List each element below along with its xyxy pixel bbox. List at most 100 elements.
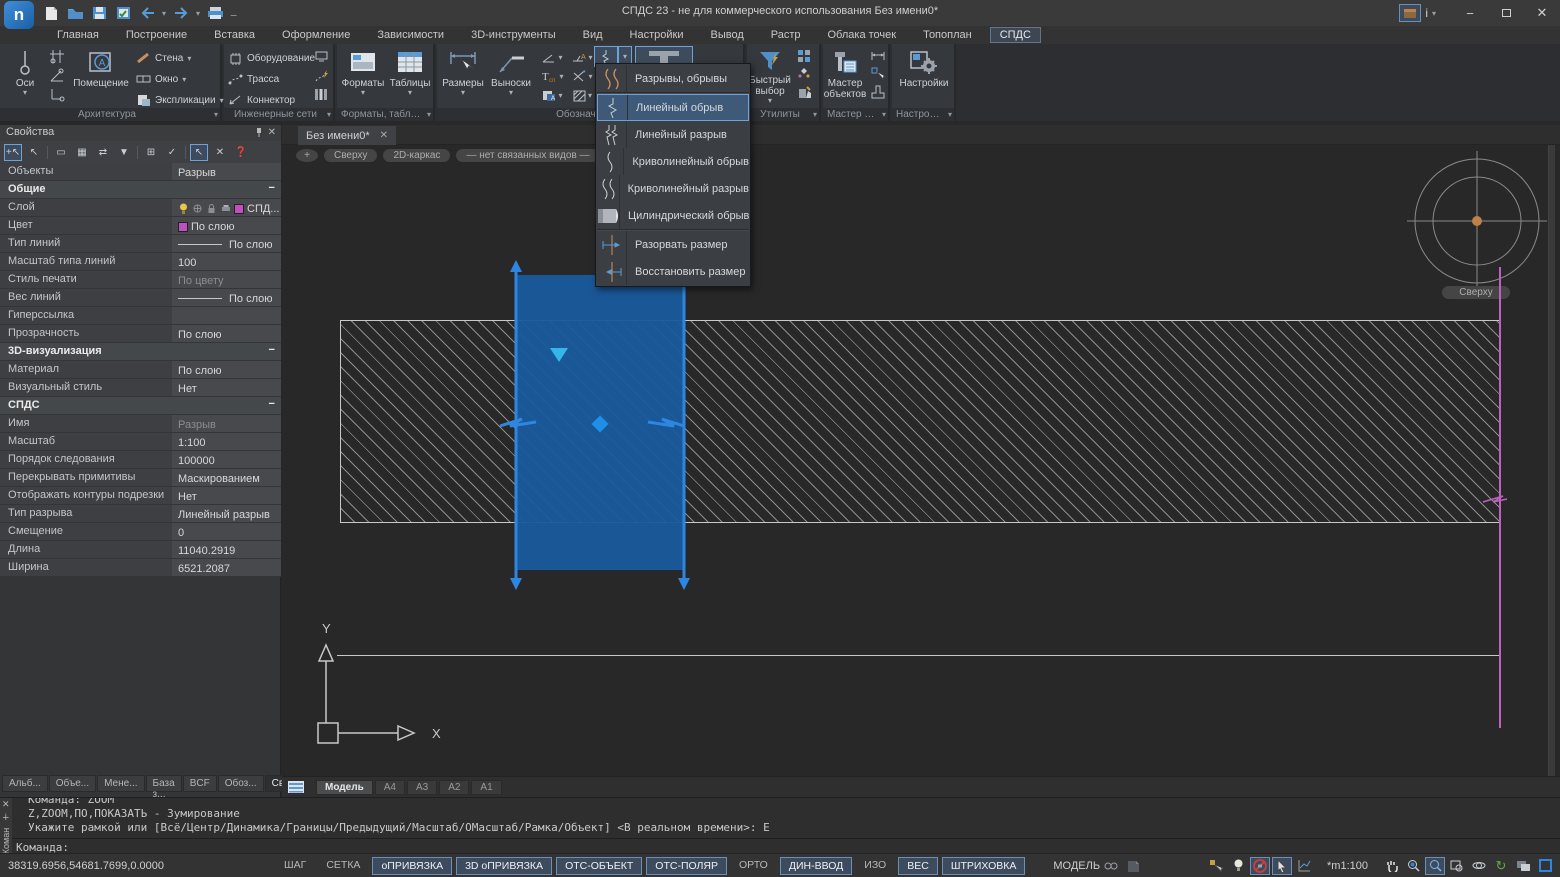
select-invert-icon[interactable]: ⇄ — [94, 144, 112, 161]
prop-group-3d[interactable]: 3D-визуализация− — [0, 343, 281, 361]
no-plot-icon[interactable] — [1250, 857, 1270, 875]
explication-button[interactable]: Экспликации▾ — [136, 91, 224, 109]
layer-freeze-icon[interactable] — [192, 203, 203, 214]
panel-tab-albums[interactable]: Альб... — [2, 775, 48, 792]
panel-tab-manager[interactable]: Мене... — [97, 775, 144, 792]
layout-tab-a3[interactable]: A3 — [407, 780, 437, 795]
highlight-selection-icon[interactable]: ↖ — [190, 144, 208, 161]
dimension-style-icon[interactable] — [869, 47, 887, 64]
app-logo-icon[interactable]: n — [4, 1, 34, 29]
formats-dropdown-icon[interactable]: ▾ — [361, 89, 365, 98]
command-close-icon[interactable]: ✕ — [2, 799, 10, 810]
tab-3d-instrumenty[interactable]: 3D-инструменты — [462, 28, 565, 42]
panel-tab-database[interactable]: База з... — [146, 775, 182, 792]
tab-topoplan[interactable]: Топоплан — [914, 28, 981, 42]
toggle-dynamic-input[interactable]: ДИН-ВВОД — [780, 857, 852, 875]
quick-select-dropdown-icon[interactable]: ▾ — [768, 97, 772, 106]
layout-tab-a1[interactable]: A1 — [471, 780, 501, 795]
hatch-button[interactable]: ▾ — [567, 86, 597, 105]
drawing-canvas[interactable]: Без имени0* ✕ + Сверху 2D-каркас — нет с… — [282, 125, 1560, 797]
tab-rastr[interactable]: Растр — [762, 28, 810, 42]
layer-on-bulb-icon[interactable] — [178, 203, 189, 214]
axes-dropdown-icon[interactable]: ▾ — [23, 89, 27, 98]
select-cursor-icon[interactable]: ↖ — [25, 144, 43, 161]
group-expand-icon[interactable]: ▾ — [427, 108, 431, 121]
axes-button[interactable]: Оси ▾ — [2, 46, 48, 106]
annotation-scale[interactable]: *m1:100 — [1327, 860, 1368, 872]
clear-selection-icon[interactable]: ✕ — [211, 144, 229, 161]
toggle-lineweight[interactable]: ВЕС — [898, 857, 938, 875]
group-objects-icon[interactable] — [795, 47, 813, 64]
layout-tab-model[interactable]: Модель — [316, 780, 373, 795]
select-window-icon[interactable]: ▭ — [52, 144, 70, 161]
room-button[interactable]: A Помещение — [70, 46, 132, 106]
regen-icon[interactable]: ↻ — [1491, 857, 1511, 875]
connector-button[interactable]: Коннектор — [228, 91, 315, 109]
document-close-icon[interactable]: ✕ — [380, 130, 388, 141]
locator-dot[interactable] — [1472, 216, 1482, 226]
drawing-line[interactable] — [337, 655, 1500, 656]
tab-vstavka[interactable]: Вставка — [205, 28, 264, 42]
layer-print-icon[interactable] — [220, 203, 231, 214]
tab-vid[interactable]: Вид — [574, 28, 612, 42]
panel-tab-symbols[interactable]: Обоз... — [218, 775, 264, 792]
visual-style-button[interactable]: 2D-каркас — [383, 149, 450, 162]
add-view-button[interactable]: + — [296, 149, 318, 162]
toggle-iso[interactable]: ИЗО — [856, 857, 894, 875]
profile-icon[interactable] — [869, 83, 887, 100]
window-button[interactable]: Окно▾ — [136, 70, 224, 88]
close-button[interactable]: ✕ — [1524, 1, 1560, 25]
menu-item-cylindrical-obryv[interactable]: Цилиндрический обрыв — [597, 202, 749, 229]
collapse-icon[interactable]: − — [262, 397, 281, 414]
menu-item-breaks-header[interactable]: Разрывы, обрывы — [597, 65, 749, 92]
formats-button[interactable]: Форматы ▾ — [340, 46, 386, 106]
angle-mark-button[interactable]: ▾ — [537, 48, 567, 67]
group-expand-icon[interactable]: ▾ — [882, 108, 886, 121]
layer-lock-icon[interactable] — [206, 203, 217, 214]
toggle-ortho[interactable]: ОРТО — [731, 857, 776, 875]
panel-tab-objects[interactable]: Объе... — [49, 775, 96, 792]
layout-tab-a2[interactable]: A2 — [439, 780, 469, 795]
menu-item-curved-obryv[interactable]: Криволинейный обрыв — [597, 148, 749, 175]
command-pin-icon[interactable]: ∔ — [2, 812, 10, 823]
route-power-icon[interactable] — [312, 67, 330, 84]
equipment-button[interactable]: Оборудование — [228, 49, 315, 67]
toggle-3d-osnap[interactable]: 3D оПРИВЯЗКА — [456, 857, 552, 875]
orbit-icon[interactable] — [1469, 857, 1489, 875]
apply-icon[interactable]: ✓ — [163, 144, 181, 161]
zoom-window-icon[interactable] — [1425, 857, 1445, 875]
canvas-scrollbar[interactable] — [1548, 145, 1555, 777]
model-space-label[interactable]: МОДЕЛЬ — [1053, 860, 1100, 872]
group-expand-icon[interactable]: ▾ — [214, 108, 218, 121]
section-mark-button[interactable]: ▾ — [567, 67, 597, 86]
screen-config-icon[interactable] — [1513, 857, 1533, 875]
axis-grid-icon[interactable] — [48, 48, 66, 65]
collapse-icon[interactable]: − — [262, 181, 281, 198]
toggle-otrack-polar[interactable]: ОТС-ПОЛЯР — [646, 857, 727, 875]
break-selection[interactable] — [492, 260, 708, 590]
menu-item-break-dimension[interactable]: Разорвать размер — [597, 231, 749, 258]
tab-oblaka-tochek[interactable]: Облака точек — [819, 28, 906, 42]
menu-item-restore-dimension[interactable]: Восстановить размер — [597, 258, 749, 285]
view-mark-button[interactable]: A▾ — [537, 86, 567, 105]
route-button[interactable]: Трасса — [228, 70, 315, 88]
document-tab[interactable]: Без имени0* ✕ — [298, 126, 396, 145]
text-style-button[interactable]: Tсп▾ — [537, 67, 567, 86]
menu-item-linear-obryv[interactable]: Линейный обрыв — [597, 94, 749, 121]
prop-group-spds[interactable]: СПДС− — [0, 397, 281, 415]
group-expand-icon[interactable]: ▾ — [948, 108, 952, 121]
zoom-realtime-icon[interactable] — [1403, 857, 1423, 875]
wall-button[interactable]: Стена▾ — [136, 49, 224, 67]
tab-vyvod[interactable]: Вывод — [701, 28, 752, 42]
tab-spds[interactable]: СПДС — [990, 27, 1041, 43]
structure-icon[interactable] — [795, 65, 813, 82]
help-icon[interactable]: ❓ — [232, 144, 250, 161]
layout-tab-a4[interactable]: A4 — [375, 780, 405, 795]
menu-item-linear-razryv[interactable]: Линейный разрыв — [597, 121, 749, 148]
restore-button[interactable] — [1488, 1, 1524, 25]
group-expand-icon[interactable]: ▾ — [813, 108, 817, 121]
magenta-break-symbol[interactable] — [1482, 489, 1518, 507]
tab-zavisimosti[interactable]: Зависимости — [368, 28, 453, 42]
equipment-monitor-icon[interactable] — [312, 48, 330, 65]
lightbulb-icon[interactable] — [1228, 857, 1248, 875]
